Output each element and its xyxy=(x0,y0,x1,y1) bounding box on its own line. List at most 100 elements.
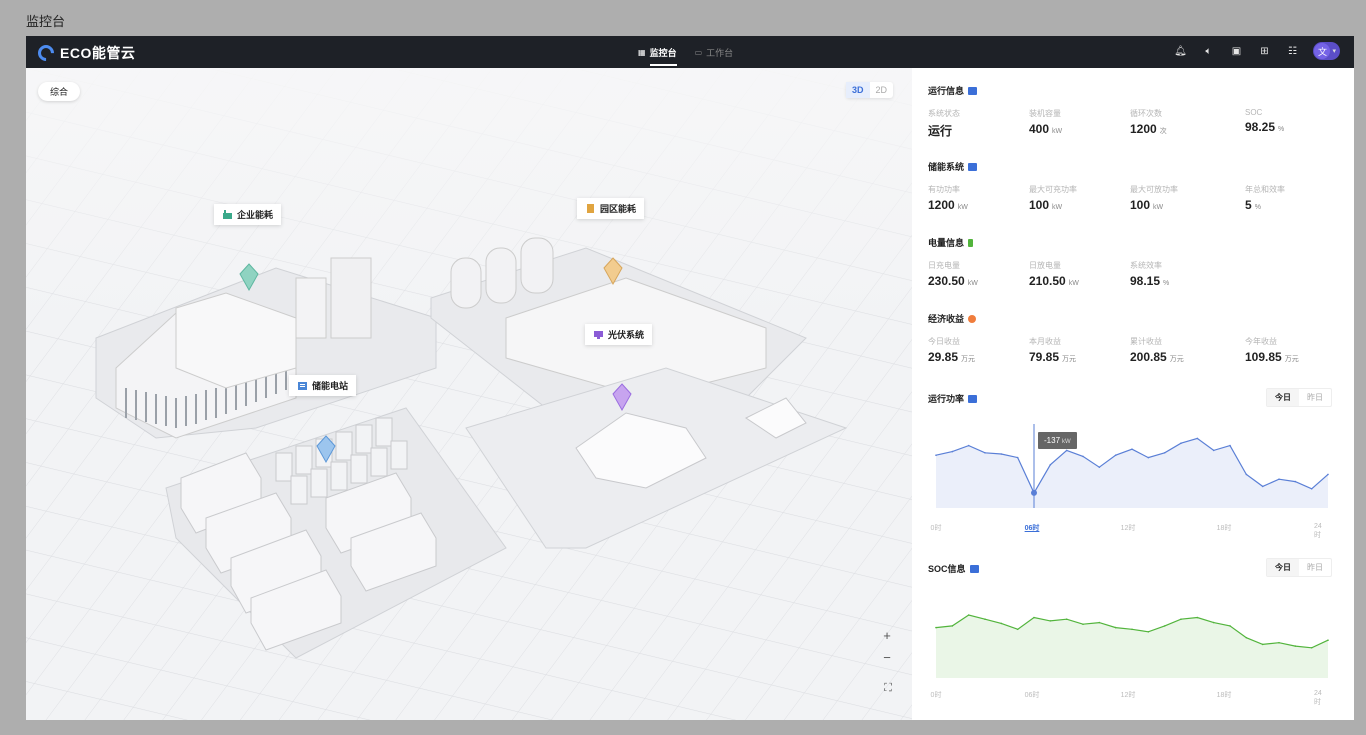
nav-workbench[interactable]: ▭ 工作台 xyxy=(695,36,734,68)
coin-icon xyxy=(968,314,977,323)
stat-unit: % xyxy=(1163,280,1170,287)
view-2d-button[interactable]: 2D xyxy=(870,82,894,98)
stat-label: 最大可放功率 xyxy=(1130,185,1178,194)
stat-value: 100 kW xyxy=(1029,198,1130,212)
tab-today[interactable]: 今日 xyxy=(1267,389,1299,406)
tab-yesterday[interactable]: 昨日 xyxy=(1299,389,1331,406)
data-point xyxy=(1131,448,1133,450)
stat-daily-discharge: 日放电量 210.50 kW xyxy=(1029,260,1130,288)
stat-label: 累计收益 xyxy=(1130,337,1162,346)
poi-storage[interactable]: 储能电站 xyxy=(289,375,357,396)
data-point xyxy=(984,618,986,620)
data-point xyxy=(1098,466,1101,468)
nav-monitor[interactable]: ▦ 监控台 xyxy=(638,36,677,68)
data-point xyxy=(1049,620,1052,622)
data-point xyxy=(1310,488,1313,490)
language-icon[interactable]: ⊞ xyxy=(1257,44,1271,58)
monitor-icon: ▭ xyxy=(694,47,703,57)
battery-icon xyxy=(298,382,307,390)
poi-park[interactable]: 园区能耗 xyxy=(577,198,645,219)
storage-title: 储能系统 xyxy=(928,160,978,173)
stat-label: 日放电量 xyxy=(1029,261,1061,270)
info-panel: 运行信息 系统状态 运行 装机容量 400 kW 循环次数 1200 次 SOC 9… xyxy=(912,68,1354,720)
economy-title: 经济收益 xyxy=(928,312,977,325)
zoom-in-button[interactable]: + xyxy=(879,628,895,644)
x-tick: 12时 xyxy=(1120,525,1136,532)
data-point xyxy=(1016,456,1019,459)
stat-value: 5% xyxy=(1245,198,1332,212)
energy-title-text: 电量信息 xyxy=(928,238,965,248)
app-logo[interactable]: ECO能管云 xyxy=(34,41,135,65)
stat-value-text: 79.85 xyxy=(1029,350,1060,364)
data-point xyxy=(1212,621,1215,624)
layout-icon[interactable]: ☷ xyxy=(1285,44,1299,58)
power-chart[interactable]: -137 kW xyxy=(928,416,1332,516)
stat-value: 230.50 kW xyxy=(928,274,1029,288)
x-tick: 18时 xyxy=(1216,525,1232,532)
map-view[interactable]: 综合 3D 2D 企业能耗 园区能耗 光伏系统 储能电站 + − ⛶ xyxy=(26,68,912,720)
zoom-out-button[interactable]: − xyxy=(879,650,895,666)
stat-label: 今年收益 xyxy=(1245,337,1277,346)
data-point xyxy=(1261,485,1264,488)
battery-icon xyxy=(968,238,974,247)
tab-today[interactable]: 今日 xyxy=(1267,559,1299,576)
data-point xyxy=(1147,631,1150,633)
data-point xyxy=(1212,449,1215,452)
power-chart-svg xyxy=(935,424,1329,508)
document-icon[interactable]: ▣ xyxy=(1229,44,1243,58)
data-point xyxy=(1114,454,1117,456)
speaker-icon[interactable]: 🔈︎ xyxy=(1201,44,1215,58)
stat-unit: 万元 xyxy=(961,356,976,363)
series-area xyxy=(936,615,1328,678)
stat-unit: % xyxy=(1254,204,1261,211)
data-point xyxy=(1131,628,1133,631)
stat-year-revenue: 今年收益 109.85 万元 xyxy=(1231,336,1332,364)
data-point xyxy=(1310,646,1313,649)
soc-chart[interactable] xyxy=(928,586,1332,686)
bell-icon[interactable]: 🔔︎ xyxy=(1173,44,1187,58)
x-tick: 0时 xyxy=(930,525,942,532)
data-point xyxy=(1196,616,1199,619)
data-point xyxy=(1065,449,1068,452)
x-tick: 18时 xyxy=(1216,692,1232,699)
soc-chart-svg xyxy=(935,614,1329,678)
stat-value-text: 29.85 xyxy=(928,350,959,364)
economy-title-text: 经济收益 xyxy=(928,314,965,324)
stat-value: 109.85 万元 xyxy=(1245,350,1332,364)
fullscreen-icon[interactable]: ⛶ xyxy=(881,682,895,696)
run-info-grid: 系统状态 运行 装机容量 400 kW 循环次数 1200 次 SOC 98.25% xyxy=(928,108,1332,139)
scene-3d xyxy=(26,68,912,720)
data-point xyxy=(1261,643,1264,646)
stat-value: 100 kW xyxy=(1130,198,1231,212)
user-menu[interactable]: 文 ▾ xyxy=(1313,42,1340,60)
stat-month-revenue: 本月收益 79.85 万元 xyxy=(1029,336,1130,364)
data-point xyxy=(1098,621,1101,624)
poi-pv[interactable]: 光伏系统 xyxy=(585,324,653,345)
stat-unit: kW xyxy=(967,280,978,287)
stat-value: 210.50 kW xyxy=(1029,274,1130,288)
stat-total-revenue: 累计收益 200.85 万元 xyxy=(1130,336,1231,364)
view-3d-button[interactable]: 3D xyxy=(846,82,870,98)
stat-label: 今日收益 xyxy=(928,337,960,346)
data-point xyxy=(1114,626,1117,629)
stat-label: 装机容量 xyxy=(1029,109,1061,118)
x-tick: 06时 xyxy=(1024,692,1040,699)
stat-value-text: 5 xyxy=(1245,198,1252,212)
data-point xyxy=(1245,636,1248,639)
storage-title-text: 储能系统 xyxy=(928,162,965,172)
stat-unit: 万元 xyxy=(1169,356,1184,363)
stat-value: 29.85 万元 xyxy=(928,350,1029,364)
energy-title: 电量信息 xyxy=(928,236,974,249)
layer-tag[interactable]: 综合 xyxy=(38,82,81,101)
stat-value-text: 运行 xyxy=(928,124,953,138)
stat-today-revenue: 今日收益 29.85 万元 xyxy=(928,336,1029,364)
stat-system-status: 系统状态 运行 xyxy=(928,108,1029,139)
x-tick: 06时 xyxy=(1024,525,1040,532)
poi-enterprise[interactable]: 企业能耗 xyxy=(214,204,282,225)
data-point xyxy=(1082,623,1084,626)
x-tick: 0时 xyxy=(930,692,942,699)
stat-soc: SOC 98.25% xyxy=(1231,108,1332,139)
tab-yesterday[interactable]: 昨日 xyxy=(1299,559,1331,576)
stat-daily-charge: 日充电量 230.50 kW xyxy=(928,260,1029,288)
data-point xyxy=(1147,456,1150,459)
